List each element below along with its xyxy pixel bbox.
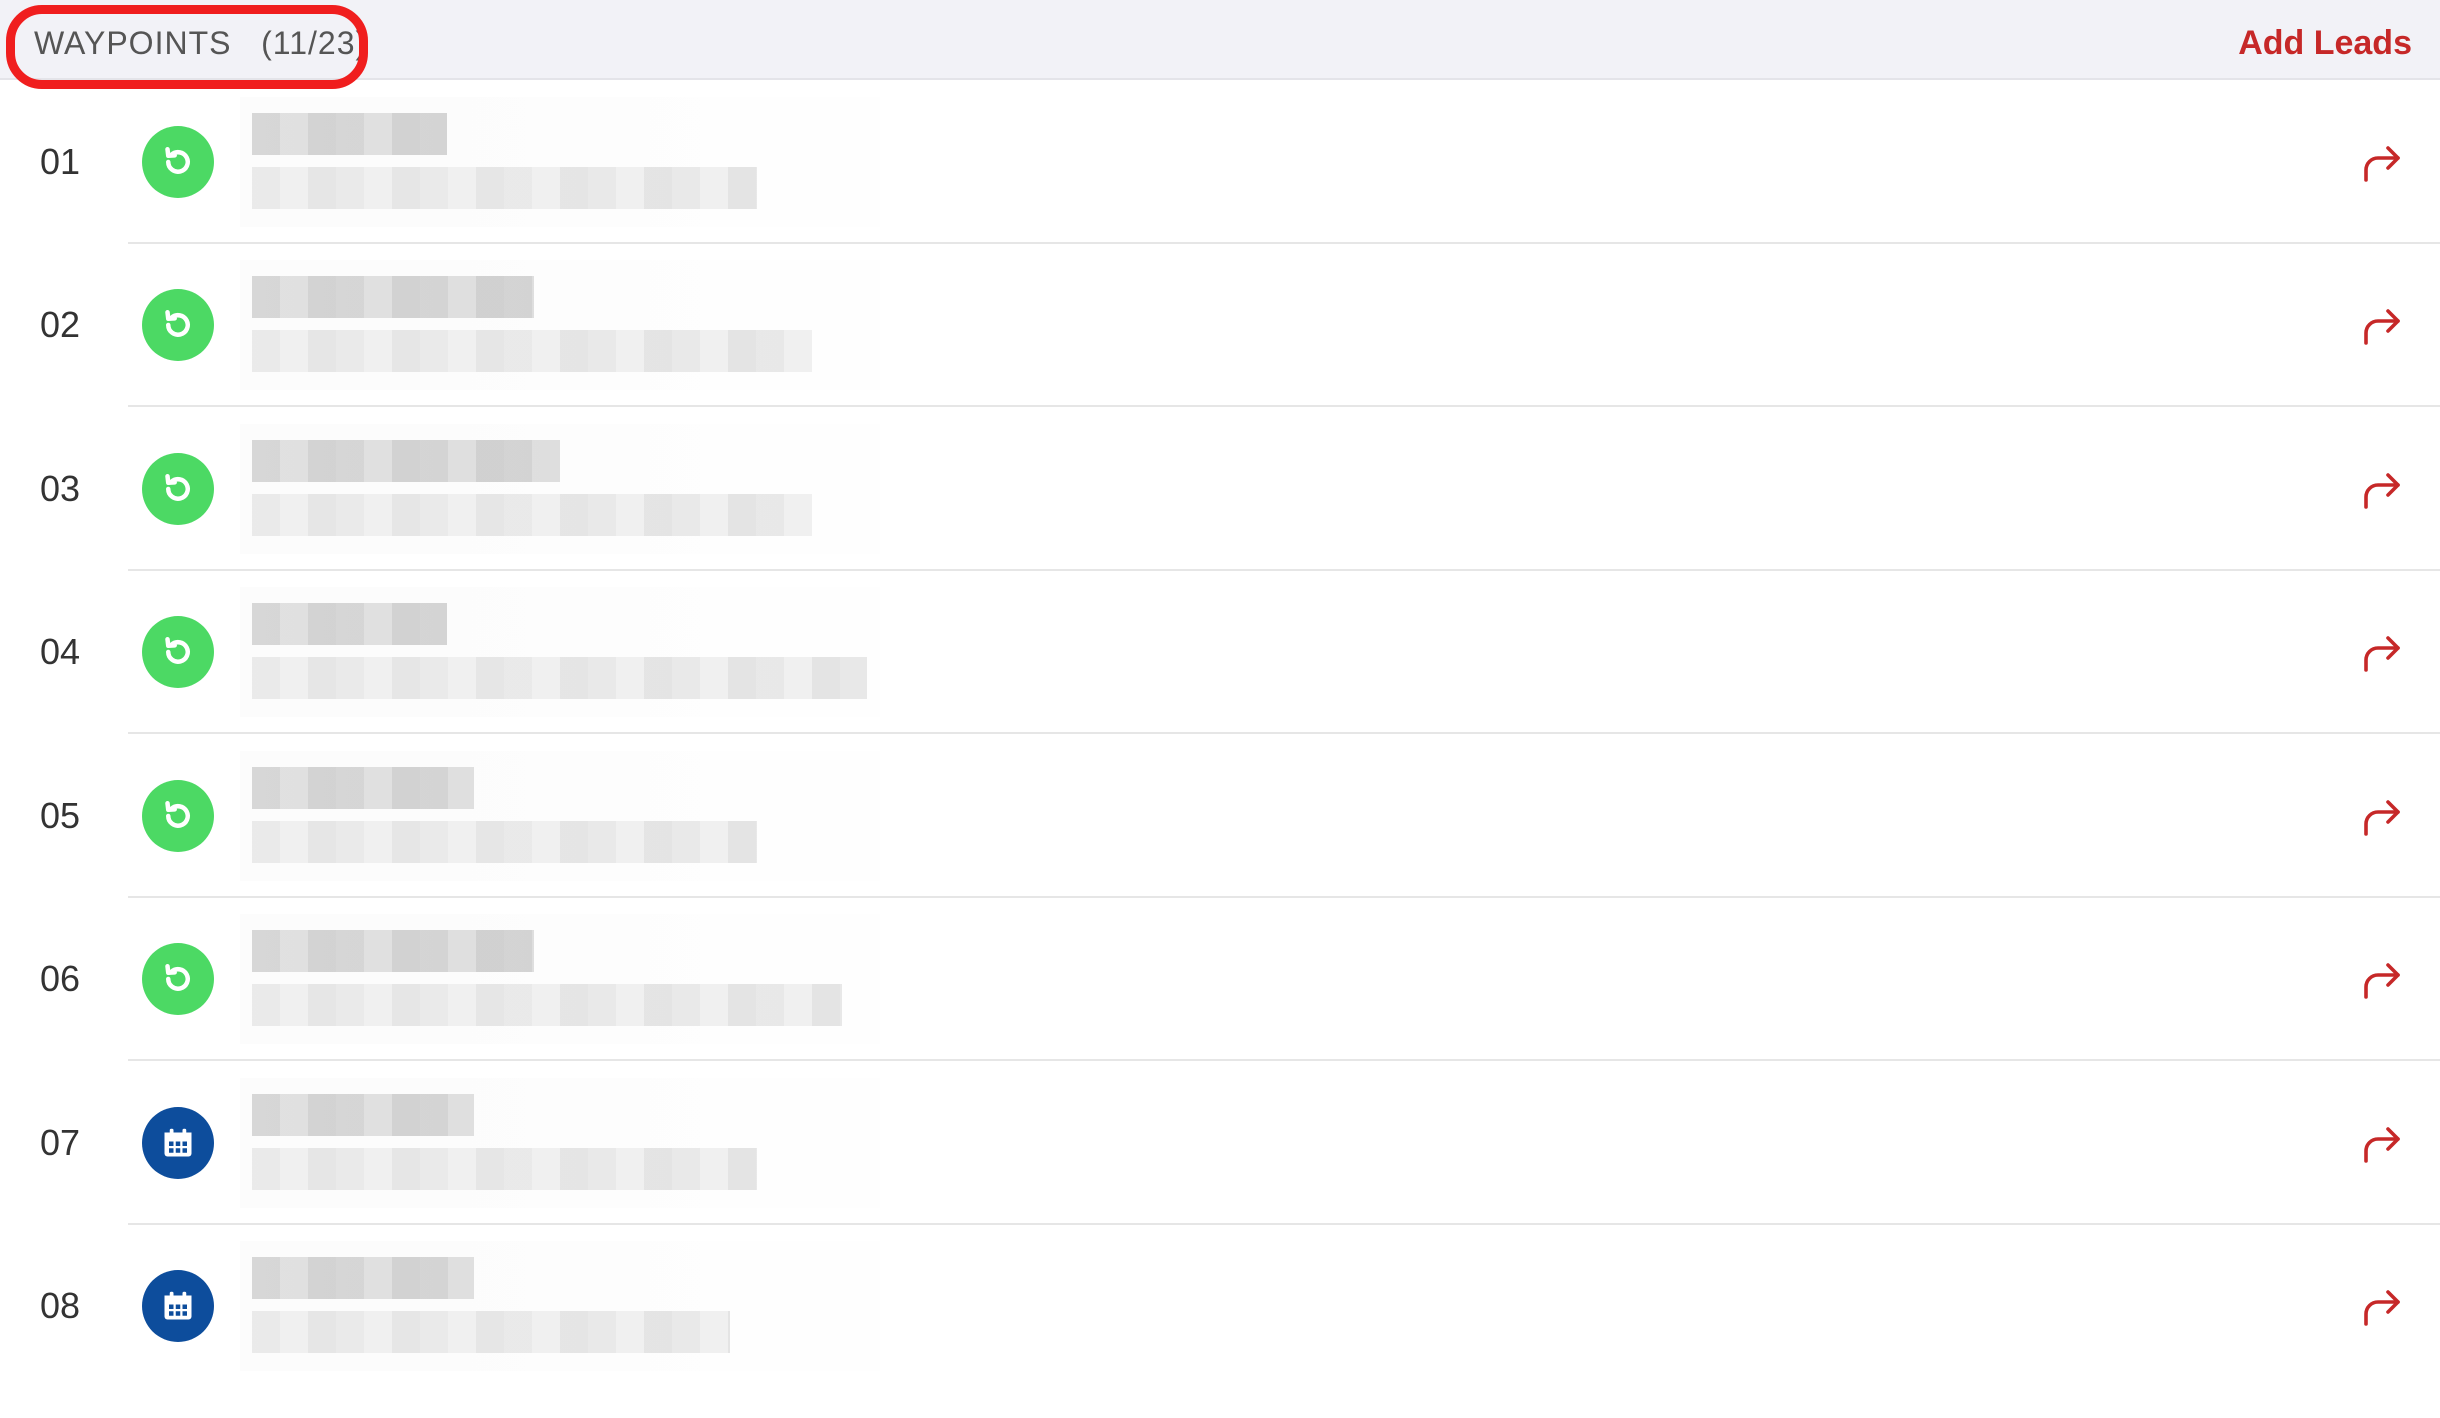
- share-arrow-icon[interactable]: [2358, 1119, 2406, 1167]
- share-arrow-icon[interactable]: [2358, 955, 2406, 1003]
- waypoint-number: 02: [39, 304, 81, 346]
- redacted-lead-details: [240, 423, 880, 554]
- redacted-lead-details: [240, 914, 880, 1045]
- waypoint-row[interactable]: 08: [0, 1225, 2440, 1389]
- waypoint-row[interactable]: 07: [0, 1061, 2440, 1225]
- waypoint-number: 06: [39, 958, 81, 1000]
- waypoint-number: 04: [39, 631, 81, 673]
- waypoints-title-label: WAYPOINTS: [34, 25, 232, 61]
- redacted-lead-details: [240, 587, 880, 718]
- calendar-icon: [142, 1106, 214, 1179]
- refresh-icon: [142, 616, 214, 689]
- waypoint-list: 01 02 03 04 05 06 07 08: [0, 80, 2440, 1388]
- waypoints-title: WAYPOINTS (11/23): [34, 25, 367, 62]
- share-arrow-icon[interactable]: [2358, 1282, 2406, 1330]
- waypoint-number: 05: [39, 794, 81, 836]
- waypoint-number: 07: [39, 1121, 81, 1163]
- waypoint-number: 01: [39, 140, 81, 182]
- refresh-icon: [142, 779, 214, 852]
- share-arrow-icon[interactable]: [2358, 792, 2406, 840]
- waypoint-row[interactable]: 03: [0, 407, 2440, 571]
- waypoints-header: WAYPOINTS (11/23) Add Leads: [0, 0, 2440, 89]
- redacted-lead-details: [240, 260, 880, 391]
- redacted-lead-details: [240, 1241, 880, 1372]
- refresh-icon: [142, 452, 214, 525]
- share-arrow-icon[interactable]: [2358, 138, 2406, 186]
- add-leads-button[interactable]: Add Leads: [2238, 24, 2412, 63]
- waypoint-row[interactable]: 04: [0, 571, 2440, 734]
- calendar-icon: [142, 1270, 214, 1343]
- refresh-icon: [142, 943, 214, 1016]
- redacted-lead-details: [240, 1077, 880, 1208]
- waypoint-row[interactable]: 05: [0, 734, 2440, 898]
- share-arrow-icon[interactable]: [2358, 301, 2406, 349]
- waypoint-number: 03: [39, 467, 81, 509]
- waypoints-count: (11/23): [261, 25, 368, 61]
- waypoint-number: 08: [39, 1285, 81, 1327]
- share-arrow-icon[interactable]: [2358, 628, 2406, 676]
- share-arrow-icon[interactable]: [2358, 465, 2406, 513]
- redacted-lead-details: [240, 96, 880, 227]
- refresh-icon: [142, 125, 214, 198]
- waypoint-row[interactable]: 01: [0, 80, 2440, 244]
- refresh-icon: [142, 289, 214, 362]
- redacted-lead-details: [240, 750, 880, 881]
- waypoint-row[interactable]: 02: [0, 244, 2440, 407]
- waypoint-row[interactable]: 06: [0, 898, 2440, 1061]
